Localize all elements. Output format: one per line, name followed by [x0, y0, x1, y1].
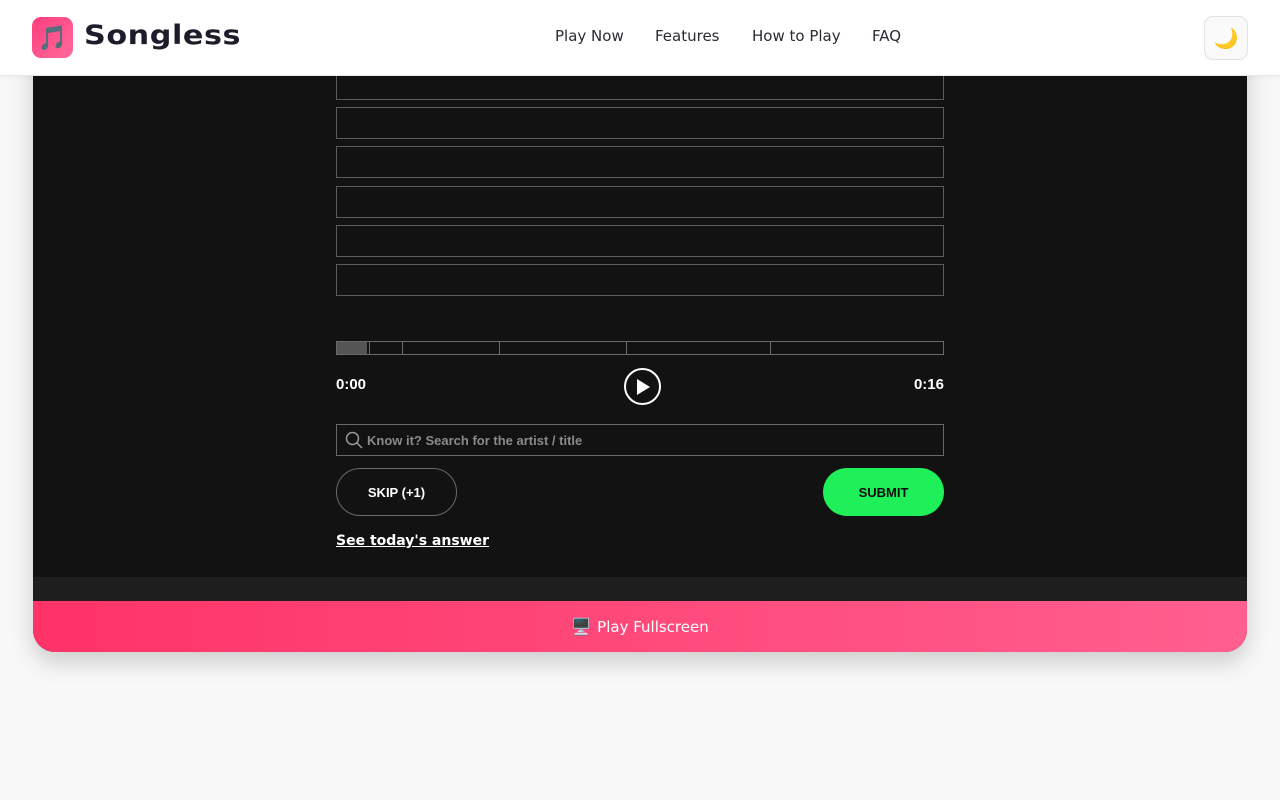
- total-time: 0:16: [913, 376, 944, 393]
- segment-divider: [626, 342, 627, 354]
- segment-divider: [499, 342, 500, 354]
- game-card: 0:00 0:16 SKIP (+1) SUBMIT See today's a…: [33, 0, 1247, 652]
- play-button[interactable]: [624, 368, 661, 405]
- monitor-icon: 🖥️: [571, 617, 592, 636]
- card-divider: [33, 577, 1247, 601]
- segment-divider: [369, 342, 370, 354]
- guess-row: [336, 107, 944, 139]
- progress-fill: [337, 342, 368, 354]
- play-fullscreen-label: Play Fullscreen: [597, 617, 709, 636]
- theme-toggle-button[interactable]: 🌙: [1204, 16, 1248, 60]
- segment-divider: [770, 342, 771, 354]
- search-input[interactable]: [367, 425, 937, 455]
- see-answer-link[interactable]: See today's answer: [336, 533, 489, 549]
- guess-row: [336, 225, 944, 257]
- play-fullscreen-button[interactable]: 🖥️ Play Fullscreen: [33, 601, 1247, 652]
- snippet-progress-bar: [336, 341, 944, 355]
- guess-row: [336, 186, 944, 218]
- nav-faq[interactable]: FAQ: [872, 27, 901, 45]
- play-icon: [636, 378, 650, 395]
- moon-icon: 🌙: [1213, 26, 1239, 50]
- current-time: 0:00: [336, 376, 367, 393]
- song-search-field[interactable]: [336, 424, 944, 456]
- main-nav: Play Now Features How to Play FAQ: [0, 27, 1280, 49]
- nav-features[interactable]: Features: [655, 27, 720, 45]
- segment-divider: [402, 342, 403, 354]
- site-header: 🎵 Songless Play Now Features How to Play…: [0, 0, 1280, 76]
- skip-button[interactable]: SKIP (+1): [336, 468, 457, 516]
- search-icon: [345, 431, 363, 449]
- guess-row: [336, 146, 944, 178]
- guess-row: [336, 264, 944, 296]
- nav-how-to-play[interactable]: How to Play: [752, 27, 841, 45]
- nav-play-now[interactable]: Play Now: [555, 27, 624, 45]
- submit-button[interactable]: SUBMIT: [823, 468, 944, 516]
